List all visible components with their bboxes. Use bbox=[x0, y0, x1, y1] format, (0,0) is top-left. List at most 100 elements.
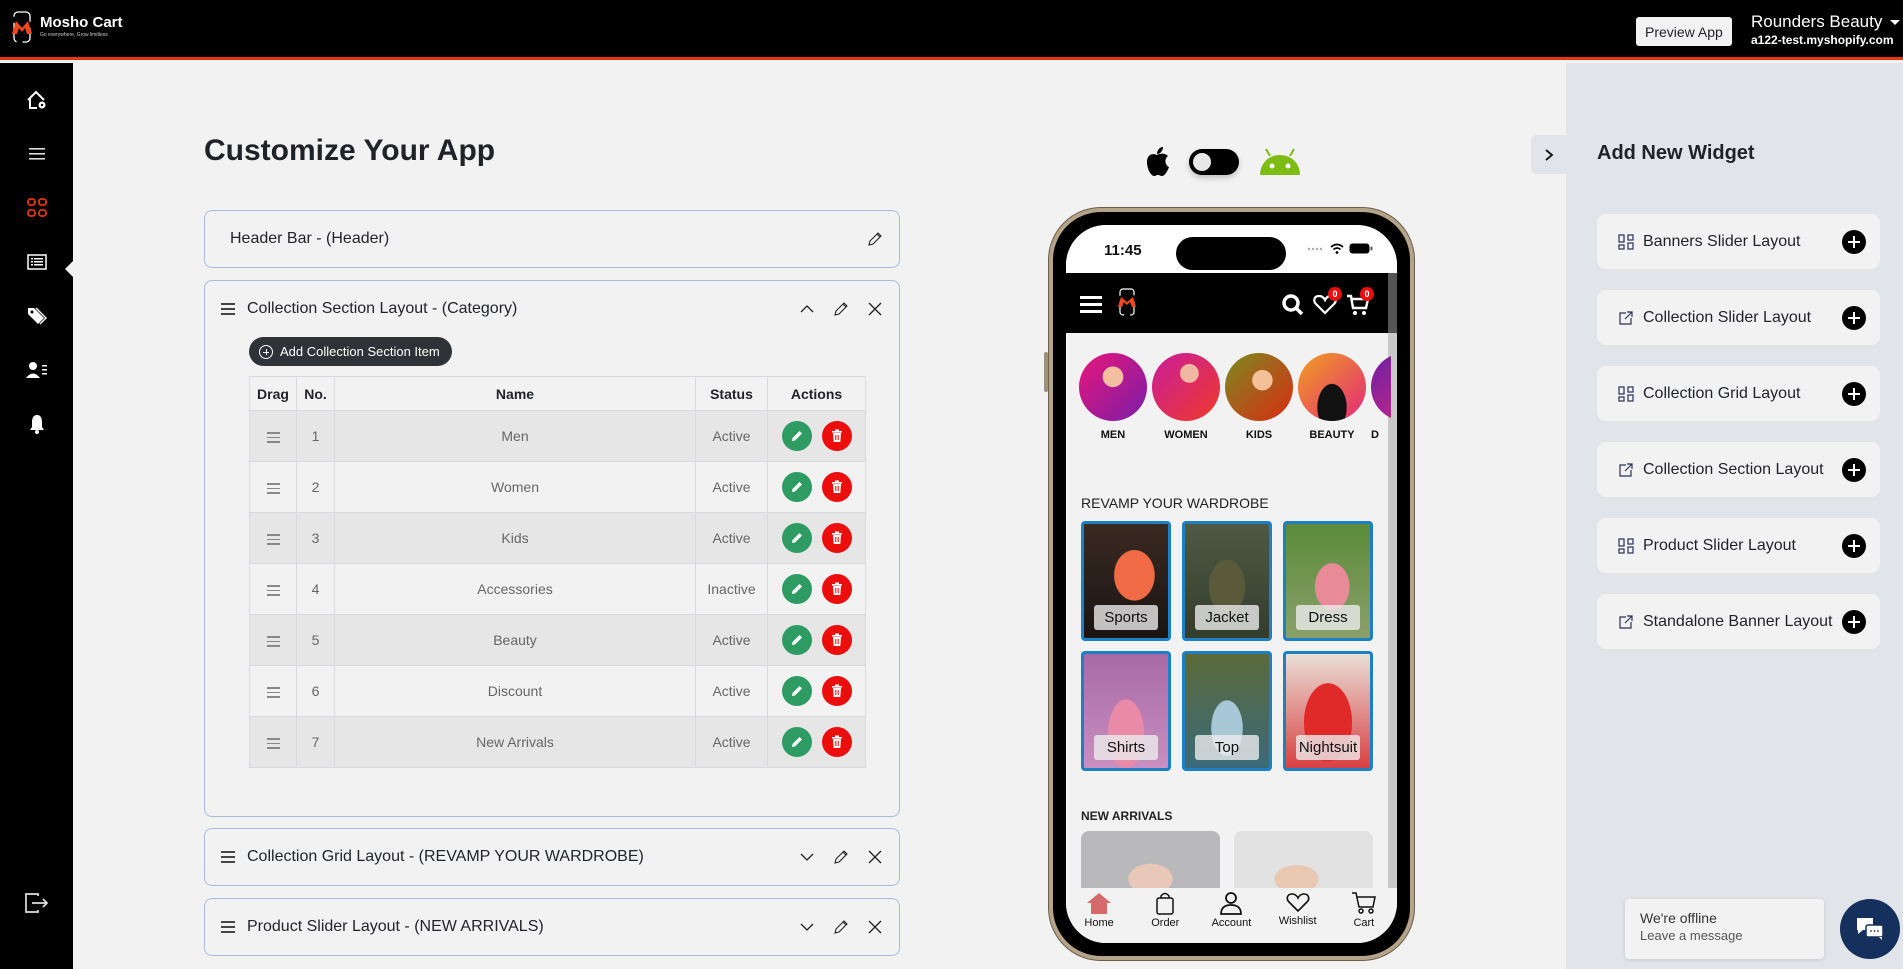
delete-item-button[interactable] bbox=[821, 574, 852, 604]
drag-handle-icon[interactable] bbox=[266, 432, 280, 443]
store-switcher[interactable]: Rounders Beauty a122-test.myshopify.com bbox=[1751, 12, 1901, 48]
wishlist-button[interactable]: 0 bbox=[1313, 287, 1342, 319]
sidebar-item-tags[interactable] bbox=[0, 296, 73, 336]
row-number: 7 bbox=[296, 716, 335, 768]
sidebar-item-pages[interactable] bbox=[0, 242, 73, 282]
row-drag-cell[interactable] bbox=[249, 410, 297, 462]
category-item[interactable]: KIDS bbox=[1225, 353, 1293, 441]
logout-button[interactable] bbox=[0, 883, 73, 923]
grid-tile[interactable]: Shirts bbox=[1081, 651, 1171, 771]
nav-account[interactable]: Account bbox=[1201, 891, 1261, 929]
chat-offline-bubble[interactable]: We're offline Leave a message bbox=[1625, 899, 1824, 959]
grid-tile[interactable]: Nightsuit bbox=[1283, 651, 1373, 771]
delete-item-button[interactable] bbox=[821, 421, 852, 451]
widget-item[interactable]: Collection Grid Layout bbox=[1597, 366, 1880, 421]
phone-screen: 11:45 0 0 MEN WOMEN KIDS BEAUTY D REVAMP… bbox=[1066, 225, 1397, 943]
drag-handle-icon[interactable] bbox=[266, 483, 280, 494]
collapse-section-button[interactable] bbox=[797, 299, 817, 319]
chat-launcher-button[interactable] bbox=[1840, 899, 1900, 959]
drag-handle-icon[interactable] bbox=[221, 851, 235, 863]
tile-label: Top bbox=[1195, 735, 1259, 760]
search-icon[interactable] bbox=[1281, 293, 1305, 317]
delete-item-button[interactable] bbox=[821, 625, 852, 655]
nav-wishlist[interactable]: Wishlist bbox=[1268, 891, 1328, 927]
add-widget-button[interactable] bbox=[1842, 609, 1866, 634]
category-item[interactable]: D bbox=[1371, 353, 1391, 441]
sidebar-item-customize[interactable] bbox=[0, 188, 73, 228]
sidebar-item-home[interactable] bbox=[0, 80, 73, 120]
edit-section-button[interactable] bbox=[831, 299, 851, 319]
scrollbar-thumb[interactable] bbox=[1388, 273, 1397, 333]
nav-home[interactable]: Home bbox=[1069, 891, 1129, 929]
widget-item[interactable]: Collection Slider Layout bbox=[1597, 290, 1880, 345]
widget-item[interactable]: Banners Slider Layout bbox=[1597, 214, 1880, 269]
drag-handle-icon[interactable] bbox=[266, 738, 280, 749]
widget-item[interactable]: Standalone Banner Layout bbox=[1597, 594, 1880, 649]
edit-section-button[interactable] bbox=[865, 229, 885, 249]
grid-tile[interactable]: Jacket bbox=[1182, 521, 1272, 641]
pencil-icon bbox=[791, 482, 802, 492]
edit-item-button[interactable] bbox=[781, 421, 812, 451]
nav-label: Wishlist bbox=[1278, 915, 1317, 927]
remove-section-button[interactable] bbox=[865, 299, 885, 319]
grid-tile[interactable]: Sports bbox=[1081, 521, 1171, 641]
grid-tile[interactable]: Top bbox=[1182, 651, 1272, 771]
add-widget-button[interactable] bbox=[1842, 533, 1866, 558]
drag-handle-icon[interactable] bbox=[221, 921, 235, 933]
edit-item-button[interactable] bbox=[781, 625, 812, 655]
add-widget-button[interactable] bbox=[1842, 381, 1866, 406]
drag-handle-icon[interactable] bbox=[266, 636, 280, 647]
edit-item-button[interactable] bbox=[781, 523, 812, 553]
add-widget-button[interactable] bbox=[1842, 229, 1866, 254]
category-item[interactable]: BEAUTY bbox=[1298, 353, 1366, 441]
widget-item[interactable]: Product Slider Layout bbox=[1597, 518, 1880, 573]
expand-section-button[interactable] bbox=[797, 847, 817, 867]
widget-item[interactable]: Collection Section Layout bbox=[1597, 442, 1880, 497]
edit-item-button[interactable] bbox=[781, 472, 812, 502]
drag-handle-icon[interactable] bbox=[266, 534, 280, 545]
nav-order[interactable]: Order bbox=[1135, 891, 1195, 929]
delete-item-button[interactable] bbox=[821, 676, 852, 706]
cart-button[interactable]: 0 bbox=[1346, 287, 1374, 319]
drag-handle-icon[interactable] bbox=[221, 303, 235, 315]
expand-section-button[interactable] bbox=[797, 917, 817, 937]
hamburger-icon[interactable] bbox=[1080, 295, 1102, 313]
sidebar-item-menu[interactable] bbox=[0, 134, 73, 174]
delete-item-button[interactable] bbox=[821, 472, 852, 502]
grid-icon bbox=[26, 198, 47, 217]
apple-icon[interactable] bbox=[1143, 146, 1171, 178]
edit-section-button[interactable] bbox=[831, 847, 851, 867]
trash-icon bbox=[831, 735, 842, 748]
sidebar-item-notifications[interactable] bbox=[0, 404, 73, 444]
remove-section-button[interactable] bbox=[865, 847, 885, 867]
add-widget-button[interactable] bbox=[1842, 305, 1866, 330]
add-widget-button[interactable] bbox=[1842, 457, 1866, 482]
sidebar-item-users[interactable] bbox=[0, 350, 73, 390]
edit-item-button[interactable] bbox=[781, 676, 812, 706]
category-item[interactable]: WOMEN bbox=[1152, 353, 1220, 441]
row-drag-cell[interactable] bbox=[249, 614, 297, 666]
collapse-panel-button[interactable] bbox=[1531, 135, 1567, 174]
row-drag-cell[interactable] bbox=[249, 512, 297, 564]
row-drag-cell[interactable] bbox=[249, 563, 297, 615]
drag-handle-icon[interactable] bbox=[266, 585, 280, 596]
category-item[interactable]: MEN bbox=[1079, 353, 1147, 441]
android-icon[interactable] bbox=[1257, 148, 1303, 176]
nav-cart[interactable]: Cart bbox=[1334, 891, 1394, 929]
row-drag-cell[interactable] bbox=[249, 716, 297, 768]
delete-item-button[interactable] bbox=[821, 727, 852, 757]
edit-item-button[interactable] bbox=[781, 727, 812, 757]
remove-section-button[interactable] bbox=[865, 917, 885, 937]
brand-logo[interactable]: Mosho Cart Go everywhere, Grow limitless bbox=[10, 10, 123, 44]
edit-item-button[interactable] bbox=[781, 574, 812, 604]
delete-item-button[interactable] bbox=[821, 523, 852, 553]
row-drag-cell[interactable] bbox=[249, 665, 297, 717]
drag-handle-icon[interactable] bbox=[266, 687, 280, 698]
preview-app-button[interactable]: Preview App bbox=[1636, 17, 1732, 46]
platform-switch[interactable] bbox=[1189, 149, 1239, 175]
grid-tile[interactable]: Dress bbox=[1283, 521, 1373, 641]
add-collection-item-button[interactable]: Add Collection Section Item bbox=[249, 337, 452, 366]
row-drag-cell[interactable] bbox=[249, 461, 297, 513]
col-header-actions: Actions bbox=[767, 376, 866, 411]
edit-section-button[interactable] bbox=[831, 917, 851, 937]
